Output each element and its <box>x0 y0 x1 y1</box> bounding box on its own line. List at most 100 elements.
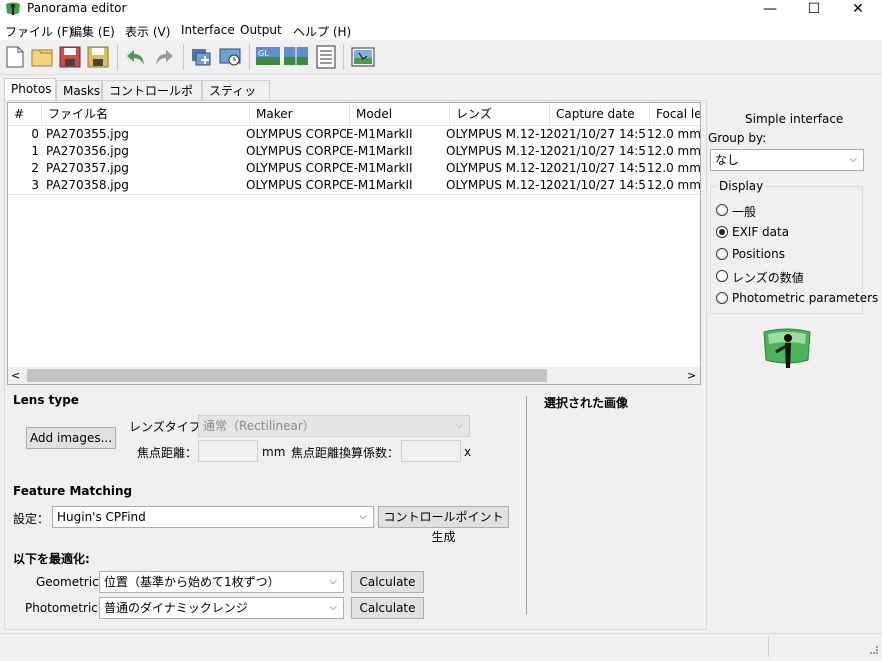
row-filename: PA270356.jpg <box>46 144 129 158</box>
radio-photometric-label[interactable]: Photometric parameters <box>732 291 878 305</box>
radio-positions-label[interactable]: Positions <box>732 247 785 261</box>
redo-icon[interactable] <box>152 45 176 69</box>
group-by-label: Group by: <box>708 131 767 145</box>
column-header-lens[interactable]: レンズ <box>450 103 550 125</box>
save-as-icon[interactable] <box>86 45 110 69</box>
geometric-select[interactable]: 位置（基準から始めて1枚ずつ） ⌵ <box>99 571 344 593</box>
create-control-points-button[interactable]: コントロールポイント生成 <box>378 506 509 544</box>
save-icon[interactable] <box>58 45 82 69</box>
group-by-select[interactable]: なし ⌵ <box>710 149 864 171</box>
svg-text:GL: GL <box>258 49 269 58</box>
image-list-table[interactable]: # ファイル名 Maker Model レンズ Capture date Foc… <box>7 102 701 385</box>
radio-selected-dot <box>719 229 725 235</box>
row-maker: OLYMPUS CORPOI <box>246 161 346 175</box>
group-by-value: なし <box>715 153 740 167</box>
stitch-icon[interactable] <box>351 45 375 69</box>
row-filename: PA270357.jpg <box>46 161 129 175</box>
crop-factor-input[interactable] <box>401 440 461 462</box>
simple-interface-link[interactable]: Simple interface <box>745 112 843 126</box>
focal-length-unit: mm <box>262 445 286 459</box>
table-row[interactable]: 1 PA270356.jpg OLYMPUS CORPOI E-M1MarkII… <box>8 143 700 160</box>
close-button[interactable]: ✕ <box>836 0 880 20</box>
row-model: E-M1MarkII <box>346 127 413 141</box>
radio-lens-parameters-label[interactable]: レンズの数値 <box>732 269 804 286</box>
photometric-value: 普通のダイナミックレンジ <box>104 601 248 615</box>
row-model: E-M1MarkII <box>346 144 413 158</box>
toolbar-separator <box>183 44 184 70</box>
scroll-right-arrow[interactable]: > <box>687 367 696 384</box>
radio-exif-data[interactable] <box>716 226 728 238</box>
toolbar-separator <box>117 44 118 70</box>
feature-matching-value: Hugin's CPFind <box>57 510 146 524</box>
radio-general[interactable] <box>716 204 728 216</box>
row-index: 1 <box>31 144 39 158</box>
radio-exif-data-label[interactable]: EXIF data <box>732 225 789 239</box>
horizontal-scrollbar[interactable]: < > <box>8 367 700 384</box>
add-images-icon[interactable] <box>190 45 214 69</box>
menu-view[interactable]: 表示 (V) <box>125 23 170 40</box>
tab-stitcher[interactable]: スティッチャー <box>202 80 270 118</box>
radio-photometric[interactable] <box>716 292 728 304</box>
tab-masks[interactable]: Masks <box>56 80 102 100</box>
tab-control-points[interactable]: コントロールポイント <box>102 80 202 118</box>
radio-positions[interactable] <box>716 248 728 260</box>
chevron-down-icon: ⌵ <box>329 602 337 613</box>
column-header-maker[interactable]: Maker <box>250 103 350 125</box>
window-title: Panorama editor <box>27 1 127 15</box>
geometric-calculate-button[interactable]: Calculate <box>351 571 424 593</box>
list-icon[interactable] <box>314 45 338 69</box>
new-icon[interactable] <box>3 45 27 69</box>
column-header-index[interactable]: # <box>8 103 42 125</box>
maximize-button[interactable]: ☐ <box>792 0 836 20</box>
open-icon[interactable] <box>30 45 54 69</box>
menu-help[interactable]: ヘルプ (H) <box>293 23 351 40</box>
row-filename: PA270355.jpg <box>46 127 129 141</box>
toolbar-separator <box>343 44 344 70</box>
row-model: E-M1MarkII <box>346 161 413 175</box>
lens-type-select[interactable]: 通常（Rectilinear） ⌵ <box>198 415 470 437</box>
crop-factor-label: 焦点距離換算係数： <box>291 446 400 460</box>
column-header-filename[interactable]: ファイル名 <box>42 103 250 125</box>
row-capture-date: 2021/10/27 14:51:0 <box>546 127 647 141</box>
fast-preview-icon[interactable] <box>284 45 308 69</box>
photometric-select[interactable]: 普通のダイナミックレンジ ⌵ <box>99 597 344 619</box>
photometric-calculate-button[interactable]: Calculate <box>351 597 424 619</box>
menu-file[interactable]: ファイル (F) <box>5 23 73 40</box>
row-maker: OLYMPUS CORPOI <box>246 178 346 192</box>
row-index: 3 <box>31 178 39 192</box>
lens-type-heading: Lens type <box>13 393 79 407</box>
display-group-label: Display <box>716 179 767 193</box>
status-bar <box>0 633 882 661</box>
row-capture-date: 2021/10/27 14:51:0 <box>546 161 647 175</box>
add-images-button[interactable]: Add images... <box>26 427 116 449</box>
table-row[interactable]: 0 PA270355.jpg OLYMPUS CORPOI E-M1MarkII… <box>8 126 700 143</box>
scroll-left-arrow[interactable]: < <box>11 367 20 384</box>
geometric-label: Geometric: <box>36 575 103 589</box>
gl-preview-icon[interactable]: GL <box>256 45 280 69</box>
row-lens: OLYMPUS M.12-1( <box>446 178 546 192</box>
scrollbar-thumb[interactable] <box>27 369 547 382</box>
undo-icon[interactable] <box>124 45 148 69</box>
menu-interface[interactable]: Interface <box>181 23 235 37</box>
row-lens: OLYMPUS M.12-1( <box>446 127 546 141</box>
focal-length-input[interactable] <box>198 440 258 462</box>
radio-lens-parameters[interactable] <box>716 270 728 282</box>
tab-photos[interactable]: Photos <box>4 78 56 101</box>
toolbar-separator <box>249 44 250 70</box>
column-header-focal-length[interactable]: Focal leng <box>650 103 700 125</box>
menu-edit[interactable]: 編集 (E) <box>70 23 115 40</box>
resize-grip-icon[interactable] <box>870 646 878 654</box>
row-model: E-M1MarkII <box>346 178 413 192</box>
menu-output[interactable]: Output <box>240 23 282 37</box>
minimize-button[interactable]: — <box>748 0 792 20</box>
chevron-down-icon: ⌵ <box>849 154 857 165</box>
focal-length-label: 焦点距離： <box>137 446 198 460</box>
table-row[interactable]: 2 PA270357.jpg OLYMPUS CORPOI E-M1MarkII… <box>8 160 700 177</box>
add-timelapse-icon[interactable] <box>218 45 242 69</box>
table-row[interactable]: 3 PA270358.jpg OLYMPUS CORPOI E-M1MarkII… <box>8 177 700 194</box>
column-header-capture-date[interactable]: Capture date <box>550 103 650 125</box>
feature-setting-label: 設定： <box>13 512 50 526</box>
radio-general-label[interactable]: 一般 <box>732 203 756 220</box>
column-header-model[interactable]: Model <box>350 103 450 125</box>
feature-matching-select[interactable]: Hugin's CPFind ⌵ <box>52 506 374 528</box>
